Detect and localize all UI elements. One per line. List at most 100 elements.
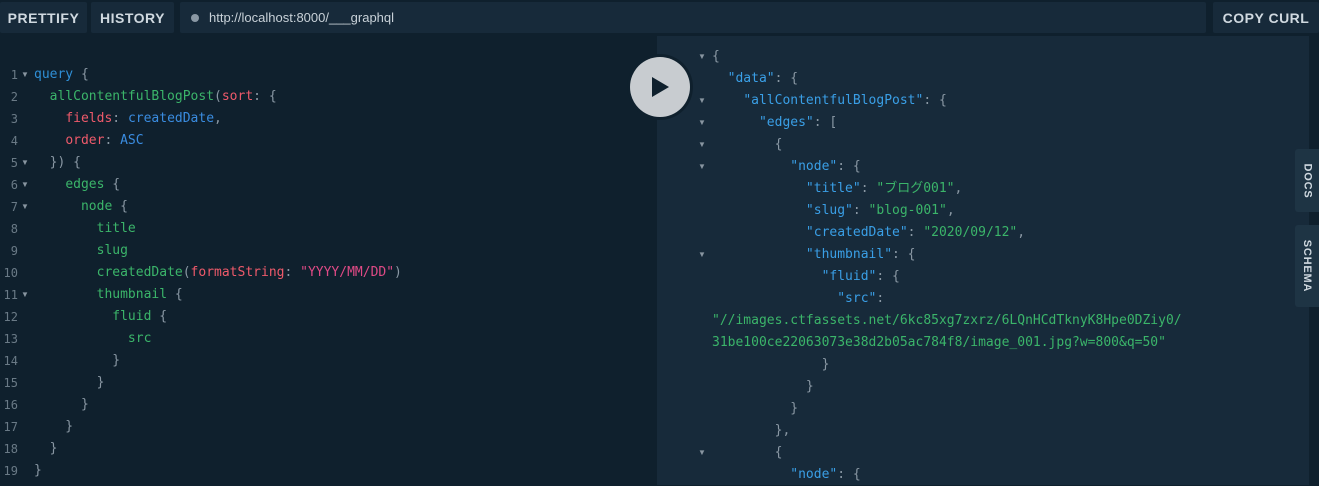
code-token: "blog-001" bbox=[868, 203, 947, 218]
query-line: createdDate(formatString: "YYYY/MM/DD") bbox=[34, 262, 402, 284]
code-token: } bbox=[34, 463, 42, 478]
fold-icon[interactable]: ▼ bbox=[698, 134, 706, 156]
line-number: 7 bbox=[10, 200, 18, 214]
line-number: 9 bbox=[10, 244, 18, 258]
result-line: "src": bbox=[712, 288, 884, 310]
line-number: 12 bbox=[3, 310, 18, 324]
line-number: 14 bbox=[3, 354, 18, 368]
query-line: }) { bbox=[34, 152, 81, 174]
code-token: : { bbox=[892, 247, 916, 262]
line-number: 16 bbox=[3, 398, 18, 412]
fold-icon[interactable]: ▼ bbox=[21, 174, 29, 196]
line-number: 3 bbox=[10, 112, 18, 126]
schema-tab[interactable]: SCHEMA bbox=[1295, 225, 1319, 307]
copy-curl-button[interactable]: COPY CURL bbox=[1213, 2, 1319, 33]
code-token: } bbox=[712, 357, 830, 372]
query-line: query { bbox=[34, 64, 89, 86]
code-token: "thumbnail" bbox=[805, 247, 893, 262]
code-token: "src" bbox=[837, 291, 877, 306]
fold-icon[interactable]: ▼ bbox=[21, 64, 29, 86]
toolbar: PRETTIFY HISTORY http://localhost:8000/_… bbox=[0, 0, 1319, 36]
result-line: }, bbox=[712, 420, 791, 442]
fold-icon[interactable]: ▼ bbox=[698, 46, 706, 68]
code-token: { bbox=[712, 137, 783, 152]
result-line: "thumbnail": { bbox=[712, 244, 916, 266]
code-token: , bbox=[1017, 225, 1026, 240]
dot-icon bbox=[191, 13, 199, 22]
query-line: slug bbox=[34, 240, 128, 262]
fold-icon[interactable]: ▼ bbox=[698, 156, 706, 178]
query-line: src bbox=[34, 328, 151, 350]
docs-tab[interactable]: DOCS bbox=[1295, 149, 1319, 212]
result-line: "node": { bbox=[712, 464, 861, 486]
url-text: http://localhost:8000/___graphql bbox=[209, 10, 395, 25]
code-token: { bbox=[73, 67, 89, 82]
code-token: edges bbox=[65, 177, 105, 192]
code-token: ( bbox=[214, 89, 222, 104]
code-token: sort bbox=[221, 89, 254, 104]
query-line: order: ASC bbox=[34, 130, 143, 152]
query-editor[interactable]: 1 ▼ query {2 allContentfulBlogPost(sort: {… bbox=[0, 44, 657, 485]
code-token: }, bbox=[712, 423, 791, 438]
query-line: } bbox=[34, 372, 105, 394]
code-token: "ブログ001" bbox=[876, 181, 955, 196]
result-line: "title": "ブログ001", bbox=[712, 178, 962, 200]
code-token: : bbox=[104, 133, 121, 148]
execute-query-button[interactable] bbox=[627, 54, 693, 120]
result-line: } bbox=[712, 354, 830, 376]
line-number: 11 bbox=[3, 288, 18, 302]
line-number: 2 bbox=[10, 90, 18, 104]
fold-icon[interactable]: ▼ bbox=[21, 196, 29, 218]
line-number: 10 bbox=[3, 266, 18, 280]
line-number: 4 bbox=[10, 134, 18, 148]
code-token: createdDate bbox=[127, 111, 215, 126]
result-viewer: ▼{ "data": {▼ "allContentfulBlogPost": {… bbox=[657, 36, 1309, 485]
line-number: 13 bbox=[3, 332, 18, 346]
code-token: "title" bbox=[805, 181, 861, 196]
line-number: 17 bbox=[3, 420, 18, 434]
line-number: 19 bbox=[3, 464, 18, 478]
fold-icon[interactable]: ▼ bbox=[698, 90, 706, 112]
result-line: "node": { bbox=[712, 156, 860, 178]
code-token: { bbox=[712, 49, 720, 64]
url-input[interactable]: http://localhost:8000/___graphql bbox=[180, 2, 1206, 33]
code-token: , bbox=[946, 203, 955, 218]
prettify-button[interactable]: PRETTIFY bbox=[0, 2, 87, 33]
code-token: "node" bbox=[790, 159, 838, 174]
code-token: : { bbox=[253, 89, 277, 104]
code-token: { bbox=[151, 309, 168, 324]
code-token: "YYYY/MM/DD" bbox=[300, 265, 395, 280]
fold-icon[interactable]: ▼ bbox=[21, 152, 29, 174]
query-line: } bbox=[34, 416, 73, 438]
result-line: "allContentfulBlogPost": { bbox=[712, 90, 947, 112]
fold-icon[interactable]: ▼ bbox=[698, 112, 706, 134]
code-token: : { bbox=[837, 467, 861, 482]
code-token: fields bbox=[65, 111, 113, 126]
code-token: "edges" bbox=[758, 115, 814, 130]
code-token: fluid bbox=[112, 309, 152, 324]
fold-icon[interactable]: ▼ bbox=[698, 442, 706, 464]
query-line: } bbox=[34, 350, 120, 372]
result-line: "fluid": { bbox=[712, 266, 900, 288]
query-line: } bbox=[34, 394, 89, 416]
history-button[interactable]: HISTORY bbox=[91, 2, 174, 33]
query-line: allContentfulBlogPost(sort: { bbox=[34, 86, 277, 108]
query-line: fields: createdDate, bbox=[34, 108, 222, 130]
fold-icon[interactable]: ▼ bbox=[21, 284, 29, 306]
code-token: allContentfulBlogPost bbox=[49, 89, 215, 104]
fold-icon[interactable]: ▼ bbox=[698, 244, 706, 266]
code-token: thumbnail bbox=[96, 287, 168, 302]
